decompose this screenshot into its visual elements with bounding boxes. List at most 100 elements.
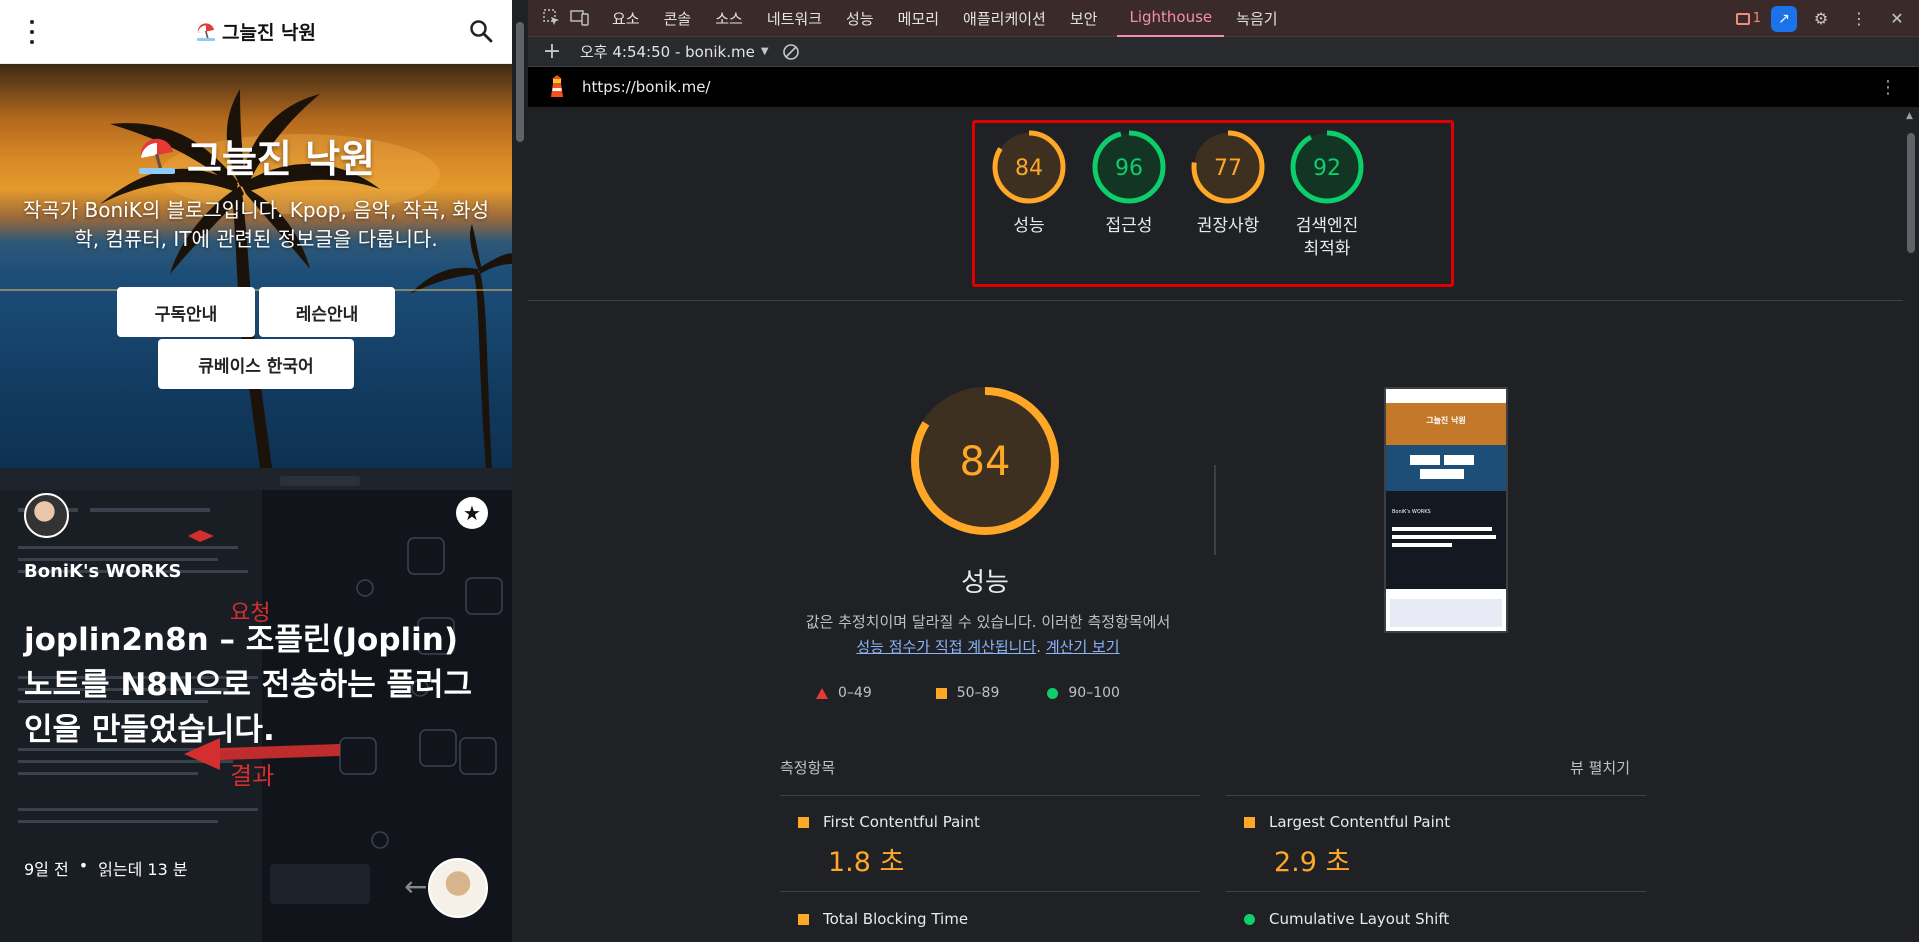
score-ring: 92 <box>1290 130 1364 204</box>
score-calc-link[interactable]: 성능 점수가 직접 계산됩니다 <box>856 638 1036 656</box>
score-gauge[interactable]: 77 권장사항 <box>1185 127 1271 238</box>
circle-icon <box>1047 687 1059 699</box>
average-indicator-icon <box>798 816 809 828</box>
page-screenshot-thumbnail[interactable]: 그늘진 낙원 BoniK's WORKS <box>1384 387 1508 633</box>
beach-umbrella-icon <box>196 22 215 41</box>
tab-elements[interactable]: 요소 <box>600 0 652 37</box>
metric-divider <box>780 891 1200 892</box>
ai-assistant-icon[interactable]: ↗ <box>1771 5 1797 32</box>
metric-fcp-value: 1.8 초 <box>828 847 905 878</box>
report-url-bar: https://bonik.me/ ⋮ <box>528 67 1919 107</box>
devtools-tabbar-actions: 1 ↗ ⚙ ⋮ ✕ <box>1735 0 1911 37</box>
score-gauge[interactable]: 84 성능 <box>986 127 1072 238</box>
metrics-title: 측정항목 <box>780 759 836 777</box>
site-title[interactable]: 그늘진 낙원 <box>196 18 316 45</box>
metric-fcp-name: First Contentful Paint <box>823 813 980 831</box>
expand-view-button[interactable]: 뷰 펼치기 <box>1570 757 1630 778</box>
author-avatar[interactable] <box>24 493 69 538</box>
palm-tree-image <box>0 89 512 468</box>
score-gauge[interactable]: 92 검색엔진 최적화 <box>1284 127 1370 261</box>
hero-title: 그늘진 낙원 <box>0 128 512 183</box>
description-dot: . <box>1036 638 1042 656</box>
issue-icon <box>1735 12 1750 25</box>
calculator-link[interactable]: 계산기 보기 <box>1046 638 1120 656</box>
main-score-label: 성능 <box>961 568 1009 598</box>
report-selector-label: 오후 4:54:50 - bonik.me <box>580 43 755 61</box>
search-icon[interactable] <box>468 18 494 44</box>
description-text: 값은 추정치이며 달라질 수 있습니다. 이러한 측정항목에서 <box>805 613 1171 631</box>
report-selector[interactable]: 오후 4:54:50 - bonik.me ▼ <box>580 41 769 62</box>
clear-reports-icon[interactable] <box>777 38 805 66</box>
site-title-text: 그늘진 낙원 <box>221 22 316 44</box>
hero-banner: 그늘진 낙원 작곡가 BoniK의 블로그입니다. Kpop, 음악, 작곡, … <box>0 64 512 468</box>
site-header: 그늘진 낙원 <box>0 0 512 64</box>
score-value: 96 <box>1115 156 1143 181</box>
report-url[interactable]: https://bonik.me/ <box>582 78 711 96</box>
vertical-divider <box>1214 465 1216 555</box>
score-value: 84 <box>1015 156 1043 181</box>
score-gauge[interactable]: 96 접근성 <box>1086 127 1172 238</box>
scrollbar-thumb[interactable] <box>516 22 524 142</box>
metric-cls: Cumulative Layout Shift <box>1244 910 1449 928</box>
metric-tbt: Total Blocking Time <box>798 910 968 928</box>
tab-application[interactable]: 애플리케이션 <box>951 0 1058 37</box>
divider <box>528 300 1903 301</box>
post-category[interactable]: BoniK's WORKS <box>24 561 181 582</box>
score-label: 접근성 <box>1105 216 1153 236</box>
hero-title-text: 그늘진 낙원 <box>186 137 376 181</box>
metric-tbt-name: Total Blocking Time <box>823 910 969 928</box>
tab-lighthouse[interactable]: Lighthouse <box>1117 0 1225 37</box>
cubase-korean-button[interactable]: 큐베이스 한국어 <box>158 339 354 389</box>
metric-divider <box>780 795 1200 796</box>
metric-divider <box>1226 891 1646 892</box>
tab-network[interactable]: 네트워크 <box>755 0 834 37</box>
author-avatar-bottom[interactable] <box>428 858 488 918</box>
inspect-element-icon[interactable] <box>538 4 566 32</box>
report-scrollbar[interactable]: ▲ <box>1903 107 1919 942</box>
devtools-panel: 요소 콘솔 소스 네트워크 성능 메모리 애플리케이션 보안 Lighthous… <box>528 0 1919 942</box>
lighthouse-report: 84 성능 96 접근성 77 권장사항 92 검색엔진 최적화 84 성능 값은 추정치이며 … <box>528 107 1903 942</box>
metric-divider <box>1226 795 1646 796</box>
close-icon[interactable]: ✕ <box>1883 5 1911 33</box>
pass-indicator-icon <box>1244 913 1255 925</box>
more-options-icon[interactable]: ⋮ <box>1845 5 1873 33</box>
device-toolbar-icon[interactable] <box>566 4 594 32</box>
score-legend: 0–49 50–89 90–100 <box>816 685 1120 701</box>
subscribe-info-button[interactable]: 구독안내 <box>117 287 255 337</box>
menu-kebab-icon[interactable] <box>22 20 42 44</box>
average-indicator-icon <box>1244 816 1255 828</box>
performance-main-gauge: 84 <box>911 387 1059 535</box>
tab-console[interactable]: 콘솔 <box>652 0 704 37</box>
tab-memory[interactable]: 메모리 <box>886 0 951 37</box>
score-ring: 77 <box>1191 130 1265 204</box>
featured-post-card[interactable]: 요청 결과 ★ BoniK's WORKS joplin2n8n – 조플린(J… <box>0 468 512 942</box>
meta-separator: • <box>78 856 89 875</box>
score-description: 값은 추정치이며 달라질 수 있습니다. 이러한 측정항목에서 성능 점수가 직… <box>728 610 1248 660</box>
lesson-info-button[interactable]: 레슨안내 <box>259 287 395 337</box>
average-indicator-icon <box>798 913 809 925</box>
mobile-scrollbar[interactable] <box>512 0 528 942</box>
main-score-value: 84 <box>960 439 1011 485</box>
post-meta: 9일 전 • 읽는데 13 분 <box>24 856 188 880</box>
tab-recorder[interactable]: 녹음기 <box>1224 0 1289 37</box>
legend-average: 50–89 <box>935 685 999 701</box>
tab-security[interactable]: 보안 <box>1058 0 1110 37</box>
score-ring: 96 <box>1092 130 1166 204</box>
score-value: 92 <box>1313 156 1341 181</box>
thumbnail-image: 그늘진 낙원 BoniK's WORKS <box>1386 389 1506 631</box>
overlay-result-text: 결과 <box>230 762 274 790</box>
issues-badge[interactable]: 1 <box>1735 11 1761 26</box>
legend-fail-range: 0–49 <box>838 685 872 701</box>
post-title[interactable]: joplin2n8n – 조플린(Joplin) 노트를 N8N으로 전송하는 … <box>24 618 494 753</box>
legend-pass: 90–100 <box>1047 685 1120 701</box>
scrollbar-thumb[interactable] <box>1907 133 1915 253</box>
tab-sources[interactable]: 소스 <box>703 0 755 37</box>
url-menu-icon[interactable]: ⋮ <box>1879 77 1897 98</box>
tab-performance[interactable]: 성능 <box>834 0 886 37</box>
score-label: 검색엔진 최적화 <box>1295 216 1359 259</box>
star-icon[interactable]: ★ <box>456 497 488 529</box>
gear-icon[interactable]: ⚙ <box>1807 5 1835 33</box>
metric-fcp: First Contentful Paint <box>798 813 980 831</box>
scroll-up-icon[interactable]: ▲ <box>1906 111 1913 121</box>
new-report-icon[interactable]: + <box>538 38 566 66</box>
